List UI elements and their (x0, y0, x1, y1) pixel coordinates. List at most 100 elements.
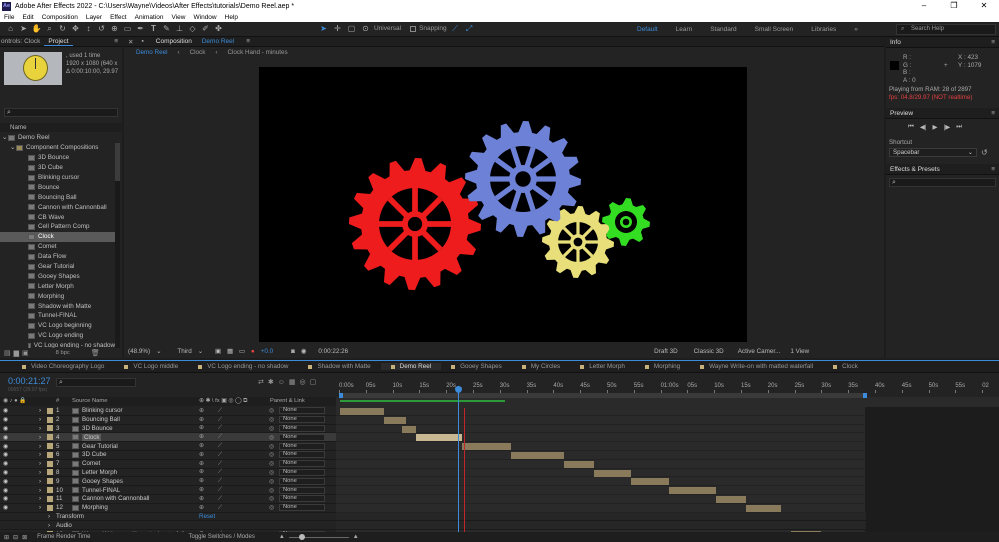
expand-twirl-icon[interactable]: › (39, 425, 41, 432)
project-scrollbar[interactable] (115, 143, 120, 348)
menu-composition[interactable]: Composition (38, 14, 82, 21)
label-color-icon[interactable] (47, 407, 53, 414)
close-icon[interactable]: ✕ (124, 38, 137, 46)
expand-twirl-icon[interactable]: › (39, 460, 41, 467)
frame-blending-icon[interactable]: ▦ (289, 378, 296, 386)
project-item[interactable]: 3D Cube (0, 163, 115, 173)
layer-duration-bar[interactable] (669, 487, 716, 495)
timeline-tab[interactable]: Clock (823, 363, 868, 370)
label-color-icon[interactable] (47, 504, 53, 511)
timeline-tab[interactable]: Video Choreography Logo (12, 363, 114, 370)
project-item[interactable]: Gooey Shapes (0, 271, 115, 281)
label-color-icon[interactable] (47, 443, 53, 450)
zoom-tool-icon[interactable]: ⌕ (44, 23, 55, 34)
project-item[interactable]: VC Logo beginning (0, 321, 115, 331)
menu-layer[interactable]: Layer (82, 14, 106, 21)
zoom-in-icon[interactable]: ▲ (353, 534, 359, 540)
expand-twirl-icon[interactable]: › (48, 522, 50, 529)
workspace-default[interactable]: Default (628, 24, 667, 35)
effects-search-input[interactable]: ⌕ (889, 178, 996, 187)
workspace-standard[interactable]: Standard (701, 24, 745, 35)
layer-switches-icon[interactable]: ⊕ ⟋ (199, 495, 222, 503)
minimize-icon[interactable]: – (909, 0, 939, 12)
layer-name[interactable]: Blinking cursor (82, 407, 123, 414)
layer-switches-icon[interactable]: ⊕ ⟋ (199, 424, 222, 432)
parent-pickwhip-icon[interactable]: ◎ (269, 407, 274, 414)
delete-icon[interactable]: 🗑 (91, 349, 100, 357)
panel-menu-icon[interactable]: ≡ (987, 166, 999, 173)
layer-name[interactable]: Clock (82, 433, 102, 441)
timeline-tab[interactable]: Gooey Shapes (441, 363, 512, 370)
pan-tool-icon[interactable]: ✥ (70, 23, 81, 34)
parent-pickwhip-icon[interactable]: ◎ (269, 504, 274, 511)
layer-name[interactable]: Cannon with Cannonball (82, 495, 149, 502)
label-color-icon[interactable] (47, 425, 53, 432)
work-area-bar[interactable] (339, 393, 867, 398)
layer-row[interactable]: ◉ › 5 Gear Tutorial ⊕ ⟋ ◎ None (0, 442, 336, 451)
audio-row[interactable]: › Audio (0, 521, 336, 531)
project-item[interactable]: Comet (0, 242, 115, 252)
orbit-tool-icon[interactable]: ↻ (57, 23, 68, 34)
reset-shortcut-icon[interactable]: ↺ (981, 148, 988, 157)
pan-behind-tool-icon[interactable]: ⊕ (109, 23, 120, 34)
snap-options-icon[interactable]: ⟋ (450, 23, 461, 34)
timeline-tab[interactable]: VC Logo middle (114, 363, 188, 370)
parent-pickwhip-icon[interactable]: ◎ (269, 487, 274, 494)
layer-name[interactable]: Morphing (82, 504, 108, 511)
current-time[interactable]: 0:00:21:27 (8, 376, 51, 386)
layer-name[interactable]: Gear Tutorial (82, 443, 118, 450)
transform-row[interactable]: › Transform Reset (0, 513, 336, 522)
project-item[interactable]: Tunnel-FINAL (0, 311, 115, 321)
parent-pickwhip-icon[interactable]: ◎ (269, 469, 274, 476)
dolly-tool-icon[interactable]: ↕ (83, 23, 94, 34)
show-snapshot-icon[interactable]: ◉ (301, 348, 307, 355)
parent-pickwhip-icon[interactable]: ◎ (269, 460, 274, 467)
visibility-eye-icon[interactable]: ◉ (3, 416, 8, 423)
timeline-tab[interactable]: Wayne Write-on with matted waterfall (690, 363, 823, 370)
layer-switches-icon[interactable]: ⊕ ⟋ (199, 477, 222, 485)
layer-switches-icon[interactable]: ⊕ ⟋ (199, 416, 222, 424)
breadcrumb-clock-hand[interactable]: Clock Hand - minutes (227, 49, 287, 56)
current-time-indicator[interactable] (455, 386, 462, 542)
prev-frame-icon[interactable]: ◀| (920, 123, 927, 131)
new-folder-icon[interactable]: ▆ (14, 349, 19, 357)
parent-dropdown[interactable]: None (279, 468, 325, 476)
project-item[interactable]: Bouncing Ball (0, 192, 115, 202)
breadcrumb-demo-reel[interactable]: Demo Reel (136, 49, 168, 56)
parent-dropdown[interactable]: None (279, 477, 325, 485)
panel-menu-icon[interactable]: ≡ (242, 38, 254, 45)
expand-twirl-icon[interactable]: › (39, 504, 41, 511)
layer-row[interactable]: ◉ › 4 Clock ⊕ ⟋ ◎ None (0, 433, 336, 443)
menu-animation[interactable]: Animation (131, 14, 168, 21)
transparency-grid-icon[interactable]: ▦ (227, 348, 233, 355)
source-name-header[interactable]: Source Name (72, 398, 107, 404)
project-item[interactable]: VC Logo ending (0, 331, 115, 341)
parent-dropdown[interactable]: None (279, 460, 325, 468)
channel-icon[interactable]: ● (251, 348, 255, 355)
next-frame-icon[interactable]: |▶ (944, 123, 951, 131)
shy-layers-icon[interactable]: ☺ (278, 379, 285, 386)
visibility-eye-icon[interactable]: ◉ (3, 495, 8, 502)
layer-duration-bar[interactable] (416, 434, 462, 442)
project-item[interactable]: CB Wave (0, 212, 115, 222)
brush-tool-icon[interactable]: ✎ (161, 23, 172, 34)
rectangle-tool-icon[interactable]: ▭ (122, 23, 133, 34)
parent-dropdown[interactable]: None (279, 424, 325, 432)
layer-name[interactable]: Gooey Shapes (82, 478, 123, 485)
layer-name[interactable]: Comet (82, 460, 100, 467)
folder-item[interactable]: ⌄ Component Compositions (0, 143, 115, 153)
magnification-dropdown[interactable]: (48.9%) (128, 348, 150, 355)
pen-tool-icon[interactable]: ✒ (135, 23, 146, 34)
layer-switches-icon[interactable]: ⊕ ⟋ (199, 442, 222, 450)
timeline-tab[interactable]: Morphing (635, 363, 690, 370)
expand-twirl-icon[interactable]: › (39, 487, 41, 494)
timeline-zoom-slider[interactable] (288, 533, 349, 540)
layer-duration-bar[interactable] (716, 495, 746, 503)
layer-switches-icon[interactable]: ⊕ ⟋ (199, 407, 222, 415)
current-time-display[interactable]: 0:00:22:26 (318, 348, 348, 355)
layer-switches-icon[interactable]: ⊕ ⟋ (199, 486, 222, 494)
layer-switches-icon[interactable]: ⊕ ⟋ (199, 468, 222, 476)
parent-dropdown[interactable]: None (279, 442, 325, 450)
visibility-eye-icon[interactable]: ◉ (3, 460, 8, 467)
menu-edit[interactable]: Edit (18, 14, 37, 21)
